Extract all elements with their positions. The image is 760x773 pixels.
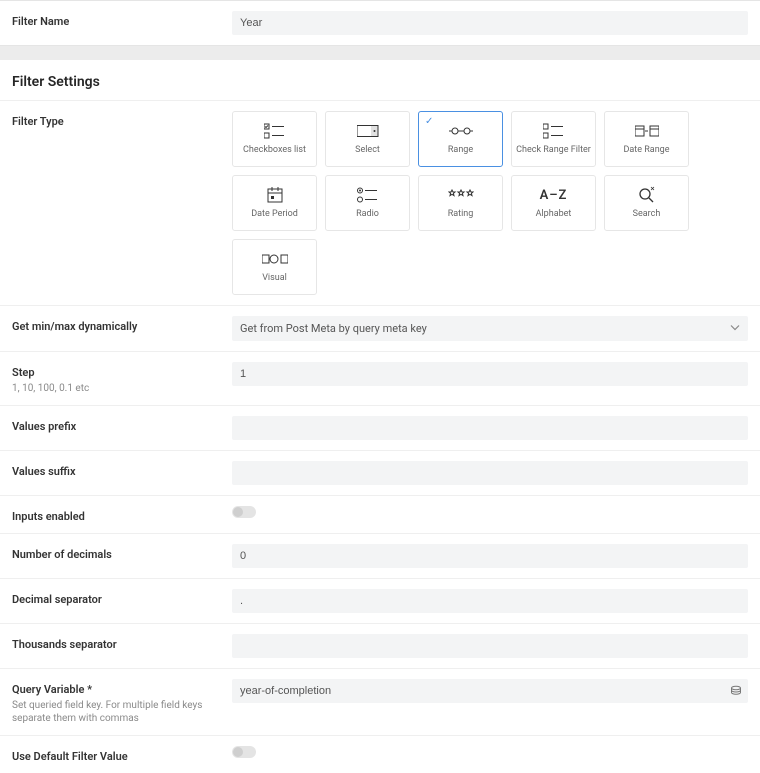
alphabet-icon: A–Z bbox=[540, 186, 568, 204]
dec-sep-label: Decimal separator bbox=[12, 593, 232, 606]
type-card-label: Range bbox=[448, 146, 473, 156]
range-icon bbox=[449, 122, 473, 140]
type-card-alphabet[interactable]: ✓A–ZAlphabet bbox=[511, 175, 596, 231]
date-period-icon bbox=[267, 186, 283, 204]
inputs-enabled-toggle[interactable] bbox=[232, 506, 256, 518]
radio-icon bbox=[357, 186, 379, 204]
type-card-label: Visual bbox=[262, 274, 287, 284]
query-var-input[interactable] bbox=[232, 679, 748, 703]
filter-type-label: Filter Type bbox=[12, 115, 232, 128]
inputs-enabled-label: Inputs enabled bbox=[12, 510, 232, 523]
dec-sep-input[interactable] bbox=[232, 589, 748, 613]
rating-icon bbox=[448, 186, 474, 204]
database-icon[interactable] bbox=[730, 685, 742, 697]
thou-sep-input[interactable] bbox=[232, 634, 748, 658]
filter-name-label: Filter Name bbox=[12, 15, 232, 28]
type-card-label: Rating bbox=[448, 210, 474, 220]
type-card-label: Select bbox=[355, 146, 380, 156]
query-var-hint: Set queried field key. For multiple fiel… bbox=[12, 699, 212, 725]
prefix-label: Values prefix bbox=[12, 420, 232, 433]
filter-name-input[interactable] bbox=[232, 11, 748, 35]
filter-type-grid: ✓Checkboxes list✓Select ✓ Range ✓Check Rang… bbox=[232, 111, 748, 295]
dyn-select[interactable]: Get from Post Meta by query meta key bbox=[232, 316, 748, 341]
type-card-search[interactable]: ✓Search bbox=[604, 175, 689, 231]
type-card-check-range[interactable]: ✓Check Range Filter bbox=[511, 111, 596, 167]
step-input[interactable] bbox=[232, 362, 748, 386]
type-card-label: Alphabet bbox=[536, 210, 572, 220]
date-range-icon bbox=[635, 122, 659, 140]
type-card-date-period[interactable]: ✓Date Period bbox=[232, 175, 317, 231]
type-card-label: Radio bbox=[356, 210, 379, 220]
decimals-label: Number of decimals bbox=[12, 548, 232, 561]
type-card-rating[interactable]: ✓Rating bbox=[418, 175, 503, 231]
type-card-checkboxes[interactable]: ✓Checkboxes list bbox=[232, 111, 317, 167]
query-var-label: Query Variable * bbox=[12, 683, 232, 696]
type-card-label: Date Range bbox=[624, 146, 670, 156]
use-default-label: Use Default Filter Value bbox=[12, 750, 232, 763]
type-card-radio[interactable]: ✓Radio bbox=[325, 175, 410, 231]
check-icon: ✓ bbox=[425, 116, 433, 127]
checkboxes-icon bbox=[264, 122, 286, 140]
check-range-icon bbox=[543, 122, 565, 140]
dyn-select-value: Get from Post Meta by query meta key bbox=[232, 316, 748, 341]
type-card-date-range[interactable]: ✓Date Range bbox=[604, 111, 689, 167]
step-label: Step bbox=[12, 366, 232, 379]
type-card-range[interactable]: ✓ Range bbox=[418, 111, 503, 167]
prefix-input[interactable] bbox=[232, 416, 748, 440]
select-icon bbox=[357, 122, 379, 140]
use-default-toggle[interactable] bbox=[232, 746, 256, 758]
step-hint: 1, 10, 100, 0.1 etc bbox=[12, 382, 212, 395]
type-card-label: Check Range Filter bbox=[516, 146, 591, 156]
type-card-label: Checkboxes list bbox=[243, 146, 306, 156]
decimals-input[interactable] bbox=[232, 544, 748, 568]
suffix-label: Values suffix bbox=[12, 465, 232, 478]
section-title: Filter Settings bbox=[0, 60, 760, 101]
dyn-label: Get min/max dynamically bbox=[12, 320, 232, 333]
type-card-label: Search bbox=[633, 210, 661, 220]
thou-sep-label: Thousands separator bbox=[12, 638, 232, 651]
suffix-input[interactable] bbox=[232, 461, 748, 485]
type-card-visual[interactable]: ✓Visual bbox=[232, 239, 317, 295]
type-card-select[interactable]: ✓Select bbox=[325, 111, 410, 167]
search-icon bbox=[638, 186, 656, 204]
type-card-label: Date Period bbox=[251, 210, 298, 220]
visual-icon bbox=[262, 250, 288, 268]
